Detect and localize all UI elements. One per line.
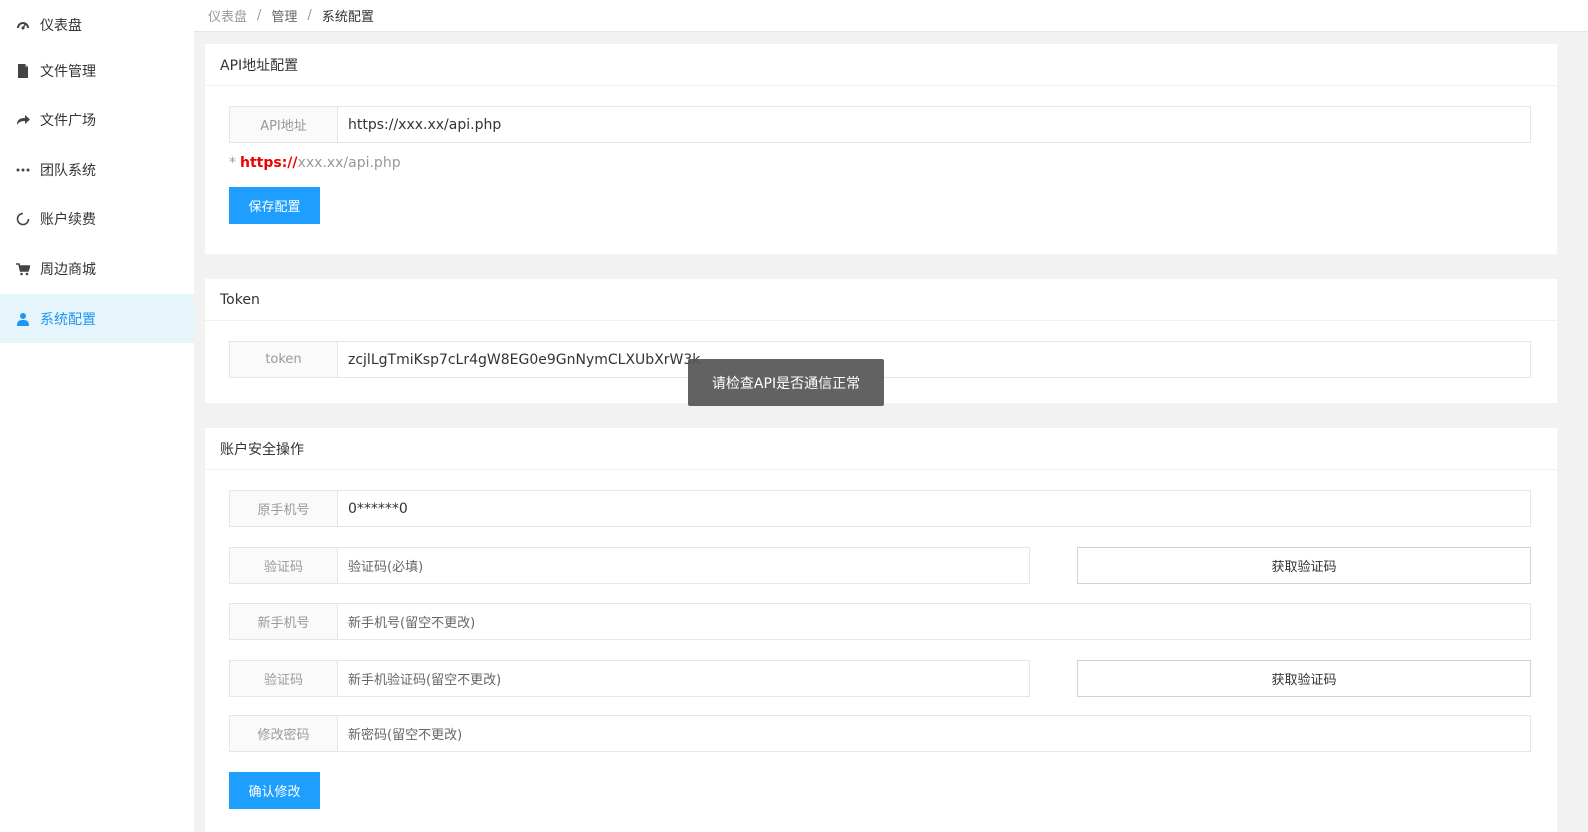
- password-field: 修改密码 新密码(留空不更改): [229, 715, 1531, 752]
- breadcrumb-current: 系统配置: [321, 10, 374, 25]
- api-config-title: API地址配置: [205, 44, 1557, 86]
- api-url-hint: * https://xxx.xx/api.php: [229, 155, 401, 171]
- save-config-button[interactable]: 保存配置: [229, 187, 320, 224]
- api-url-input[interactable]: https://xxx.xx/api.php: [338, 107, 1530, 142]
- sidebar-item-file-manage[interactable]: 文件管理: [0, 46, 194, 95]
- sidebar-item-renew[interactable]: 账户续费: [0, 194, 194, 243]
- hint-star: *: [229, 155, 236, 171]
- api-url-field: API地址 https://xxx.xx/api.php: [229, 106, 1531, 143]
- token-title: Token: [205, 279, 1557, 321]
- breadcrumb: 仪表盘 / 管理 / 系统配置: [194, 0, 1588, 32]
- ellipsis-icon: [16, 163, 30, 177]
- sidebar-item-dashboard[interactable]: 仪表盘: [0, 0, 194, 49]
- old-phone-field: 原手机号 0******0: [229, 490, 1531, 527]
- hint-protocol: https://: [240, 155, 298, 171]
- sidebar-item-system-config[interactable]: 系统配置: [0, 294, 194, 343]
- refresh-icon: [16, 212, 30, 226]
- cart-icon: [16, 262, 30, 276]
- get-code-button[interactable]: 获取验证码: [1077, 547, 1531, 584]
- breadcrumb-separator: /: [257, 8, 262, 23]
- sidebar-item-label: 系统配置: [40, 311, 96, 328]
- sidebar: 仪表盘 文件管理 文件广场 团队系统 账户续费 周边商城 系统配置: [0, 0, 194, 832]
- user-icon: [16, 312, 30, 326]
- file-icon: [16, 63, 30, 78]
- toast-message: 请检查API是否通信正常: [688, 359, 884, 406]
- old-phone-label: 原手机号: [230, 491, 338, 526]
- api-url-label: API地址: [230, 107, 338, 142]
- sidebar-item-label: 账户续费: [40, 211, 96, 228]
- new-phone-input[interactable]: 新手机号(留空不更改): [338, 604, 1530, 639]
- breadcrumb-manage[interactable]: 管理: [271, 6, 297, 25]
- password-input[interactable]: 新密码(留空不更改): [338, 716, 1530, 751]
- sidebar-item-team[interactable]: 团队系统: [0, 145, 194, 194]
- token-label: token: [230, 342, 338, 377]
- code-field: 验证码 验证码(必填): [229, 547, 1030, 584]
- breadcrumb-separator: /: [307, 8, 312, 23]
- sidebar-item-label: 仪表盘: [40, 17, 82, 34]
- new-code-input[interactable]: 新手机验证码(留空不更改): [338, 661, 1029, 696]
- code-input[interactable]: 验证码(必填): [338, 548, 1029, 583]
- sidebar-item-label: 团队系统: [40, 162, 96, 179]
- hint-rest: xxx.xx/api.php: [297, 155, 401, 171]
- sidebar-item-label: 文件管理: [40, 63, 96, 80]
- api-config-card: API地址配置: [205, 44, 1557, 254]
- dashboard-icon: [16, 18, 30, 32]
- sidebar-item-label: 文件广场: [40, 112, 96, 129]
- breadcrumb-home[interactable]: 仪表盘: [208, 6, 247, 25]
- new-phone-label: 新手机号: [230, 604, 338, 639]
- confirm-change-button[interactable]: 确认修改: [229, 772, 320, 809]
- code-label: 验证码: [230, 548, 338, 583]
- get-new-code-button[interactable]: 获取验证码: [1077, 660, 1531, 697]
- new-code-field: 验证码 新手机验证码(留空不更改): [229, 660, 1030, 697]
- share-icon: [16, 113, 30, 127]
- password-label: 修改密码: [230, 716, 338, 751]
- old-phone-input[interactable]: 0******0: [338, 491, 1530, 526]
- token-input[interactable]: zcjlLgTmiKsp7cLr4gW8EG0e9GnNymCLXUbXrW3k: [338, 342, 1530, 377]
- new-phone-field: 新手机号 新手机号(留空不更改): [229, 603, 1531, 640]
- sidebar-item-file-square[interactable]: 文件广场: [0, 95, 194, 144]
- new-code-label: 验证码: [230, 661, 338, 696]
- account-security-title: 账户安全操作: [205, 428, 1557, 470]
- sidebar-item-shop[interactable]: 周边商城: [0, 244, 194, 293]
- sidebar-item-label: 周边商城: [40, 261, 96, 278]
